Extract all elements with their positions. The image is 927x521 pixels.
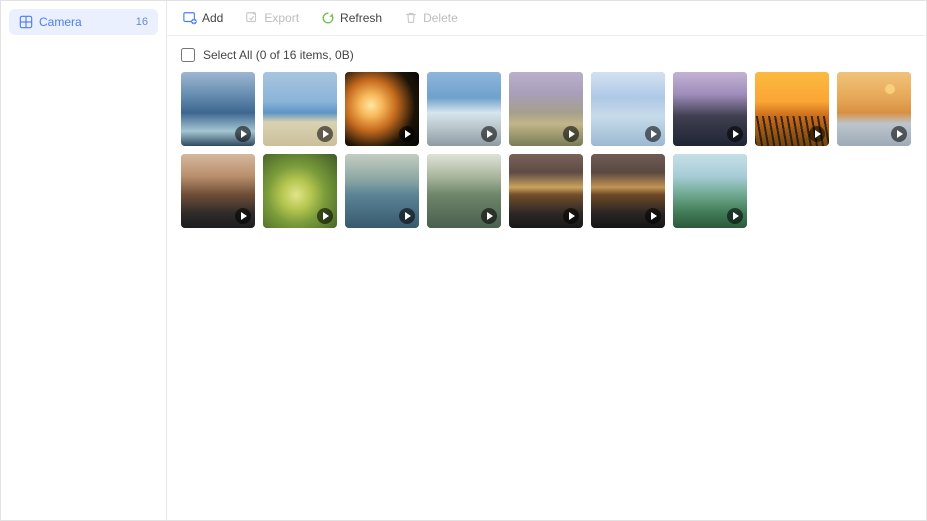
video-thumbnail[interactable] [509,72,583,146]
refresh-icon [321,11,335,25]
video-thumbnail[interactable] [755,72,829,146]
video-thumbnail[interactable] [427,72,501,146]
video-thumbnail[interactable] [181,154,255,228]
play-icon [481,126,497,142]
sidebar-item-left: Camera [19,15,82,29]
video-thumbnail[interactable] [591,154,665,228]
play-icon [809,126,825,142]
sidebar-item-label: Camera [39,15,82,29]
select-all-label: Select All (0 of 16 items, 0B) [203,48,354,62]
play-icon [563,208,579,224]
export-label: Export [264,11,299,25]
play-icon [563,126,579,142]
refresh-label: Refresh [340,11,382,25]
sidebar: Camera 16 [1,1,167,520]
grid-icon [19,15,33,29]
video-thumbnail[interactable] [427,154,501,228]
add-button[interactable]: Add [181,9,225,27]
trash-icon [404,11,418,25]
sidebar-item-camera[interactable]: Camera 16 [9,9,158,35]
video-thumbnail[interactable] [263,72,337,146]
video-thumbnail[interactable] [345,154,419,228]
video-thumbnail[interactable] [673,154,747,228]
play-icon [645,126,661,142]
toolbar: Add Export [167,1,926,36]
select-all-row: Select All (0 of 16 items, 0B) [167,36,926,72]
thumbnail-grid [167,72,926,228]
delete-label: Delete [423,11,458,25]
play-icon [727,208,743,224]
add-label: Add [202,11,223,25]
video-thumbnail[interactable] [509,154,583,228]
video-thumbnail[interactable] [263,154,337,228]
main-panel: Add Export [167,1,926,520]
play-icon [399,208,415,224]
play-icon [317,208,333,224]
sidebar-item-count: 16 [136,16,148,28]
play-icon [317,126,333,142]
play-icon [399,126,415,142]
play-icon [891,126,907,142]
select-all-checkbox[interactable] [181,48,195,62]
play-icon [645,208,661,224]
refresh-button[interactable]: Refresh [319,9,384,27]
play-icon [235,126,251,142]
delete-button: Delete [402,9,460,27]
add-icon [183,11,197,25]
play-icon [727,126,743,142]
video-thumbnail[interactable] [345,72,419,146]
play-icon [481,208,497,224]
video-thumbnail[interactable] [837,72,911,146]
app-window: Camera 16 Add [0,0,927,521]
export-button: Export [243,9,301,27]
video-thumbnail[interactable] [181,72,255,146]
video-thumbnail[interactable] [673,72,747,146]
video-thumbnail[interactable] [591,72,665,146]
export-icon [245,11,259,25]
play-icon [235,208,251,224]
